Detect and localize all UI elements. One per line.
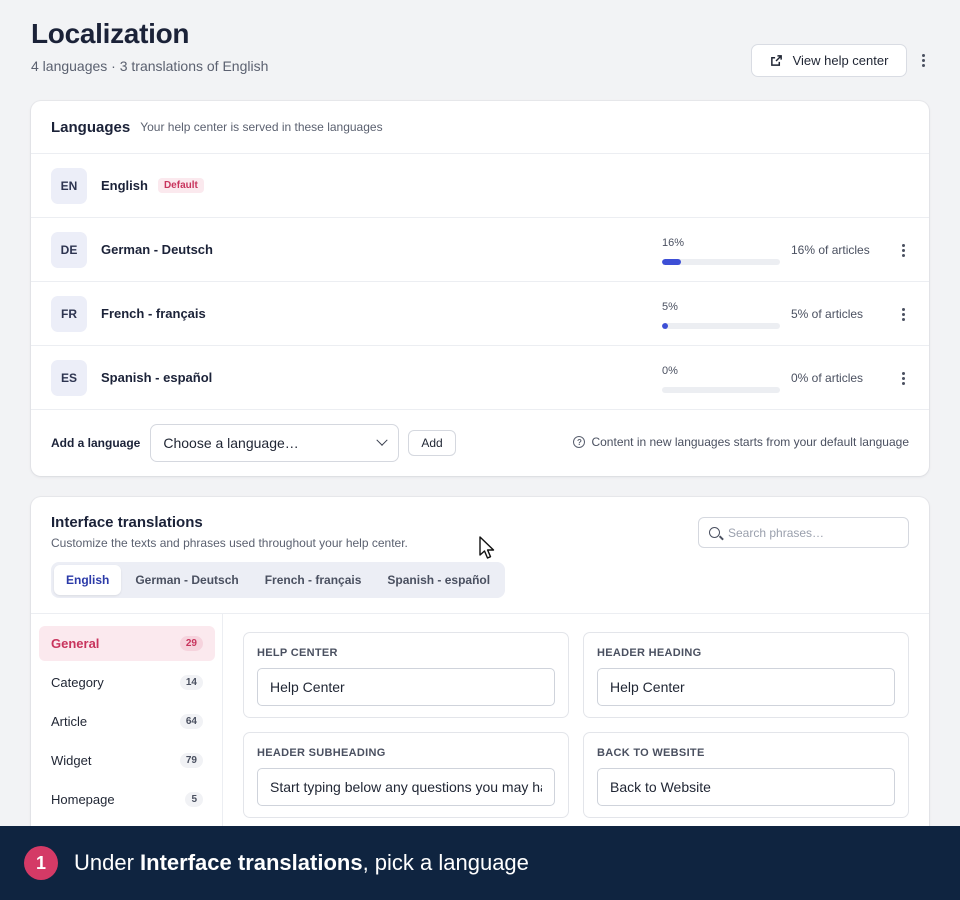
language-select-value: Choose a language… <box>163 434 299 451</box>
category-label: Homepage <box>51 792 115 807</box>
languages-card-header: Languages Your help center is served in … <box>31 101 929 154</box>
tab-english[interactable]: English <box>54 565 122 595</box>
field-label: HEADER HEADING <box>597 647 702 659</box>
articles-percent: 0% of articles <box>791 371 864 385</box>
translation-percent: 5% <box>662 301 678 313</box>
add-language-note-text: Content in new languages starts from you… <box>591 435 909 449</box>
language-more-icon[interactable] <box>895 242 911 258</box>
articles-percent: 16% of articles <box>791 243 870 257</box>
category-count: 29 <box>179 636 203 651</box>
translation-percent: 0% <box>662 365 678 377</box>
step-number: 1 <box>24 846 58 880</box>
language-name: French - français <box>101 306 206 321</box>
help-circle-icon: ? <box>573 436 586 448</box>
field-back-to-website: BACK TO WEBSITE <box>583 732 909 818</box>
category-count: 5 <box>185 792 203 807</box>
category-item-widget[interactable]: Widget 79 <box>39 743 215 778</box>
interface-translations-title: Interface translations <box>51 514 203 531</box>
view-help-center-label: View help center <box>792 53 889 68</box>
category-label: Widget <box>51 753 92 768</box>
header-heading-input[interactable] <box>597 668 895 706</box>
language-tabs: English German - Deutsch French - frança… <box>51 562 506 598</box>
sidebar-divider <box>222 613 223 826</box>
add-language-button[interactable]: Add <box>408 429 456 456</box>
add-language-row: Add a language Choose a language… Add ? … <box>31 410 929 475</box>
language-name: German - Deutsch <box>101 242 213 257</box>
category-label: General <box>51 636 100 651</box>
language-name: Spanish - español <box>101 370 213 385</box>
progress-fill <box>662 259 681 265</box>
language-row-de[interactable]: DE German - Deutsch 16% 16% of articles <box>31 218 929 282</box>
tab-spanish[interactable]: Spanish - español <box>375 565 502 595</box>
search-phrases-input[interactable] <box>728 525 888 540</box>
mouse-pointer-icon <box>479 536 495 559</box>
translation-progress-bar <box>662 323 780 329</box>
category-item-category[interactable]: Category 14 <box>39 665 215 700</box>
category-label: Category <box>51 675 104 690</box>
category-item-general[interactable]: General 29 <box>39 626 215 661</box>
search-phrases-field[interactable] <box>698 517 909 548</box>
localization-page: Localization 4 languages · 3 translation… <box>0 0 960 826</box>
instruction-banner: 1 Under Interface translations, pick a l… <box>0 826 960 900</box>
category-count: 79 <box>179 753 203 768</box>
tab-german[interactable]: German - Deutsch <box>123 565 250 595</box>
step-text: Under Interface translations, pick a lan… <box>74 850 529 876</box>
back-to-website-input[interactable] <box>597 768 895 806</box>
languages-description: Your help center is served in these lang… <box>140 120 383 134</box>
translation-progress-bar <box>662 387 780 393</box>
page-more-menu-icon[interactable] <box>915 52 931 68</box>
category-count: 14 <box>179 675 203 690</box>
language-row-fr[interactable]: FR French - français 5% 5% of articles <box>31 282 929 346</box>
language-select[interactable]: Choose a language… <box>150 423 400 462</box>
language-code-badge: FR <box>51 295 87 332</box>
language-code-badge: DE <box>51 231 87 268</box>
category-item-homepage[interactable]: Homepage 5 <box>39 782 215 817</box>
category-item-article[interactable]: Article 64 <box>39 704 215 739</box>
language-more-icon[interactable] <box>895 370 911 386</box>
languages-card: Languages Your help center is served in … <box>31 101 929 476</box>
external-link-icon <box>770 55 782 66</box>
language-row-en[interactable]: EN English Default <box>31 154 929 218</box>
language-code-badge: ES <box>51 359 87 396</box>
add-language-note: ? Content in new languages starts from y… <box>573 435 909 449</box>
step-text-before: Under <box>74 850 141 875</box>
language-code-badge: EN <box>51 167 87 204</box>
page-title: Localization <box>31 18 190 49</box>
interface-translations-description: Customize the texts and phrases used thr… <box>51 536 408 550</box>
field-label: HEADER SUBHEADING <box>257 747 386 759</box>
category-count: 64 <box>179 714 203 729</box>
translation-percent: 16% <box>662 237 685 249</box>
language-name: English <box>101 178 148 193</box>
articles-percent: 5% of articles <box>791 307 864 321</box>
language-more-icon[interactable] <box>895 306 911 322</box>
progress-fill <box>662 323 668 329</box>
add-language-label: Add a language <box>51 435 141 450</box>
languages-title: Languages <box>51 118 131 136</box>
tab-french[interactable]: French - français <box>253 565 374 595</box>
search-icon <box>709 527 720 538</box>
field-help-center: HELP CENTER <box>243 632 569 718</box>
default-badge: Default <box>157 178 204 193</box>
step-text-bold: Interface translations <box>140 850 363 875</box>
field-label: HELP CENTER <box>257 647 338 659</box>
language-row-es[interactable]: ES Spanish - español 0% 0% of articles <box>31 346 929 410</box>
page-subtitle: 4 languages · 3 translations of English <box>31 58 269 74</box>
header-subheading-input[interactable] <box>257 768 555 806</box>
chevron-down-icon <box>376 434 389 446</box>
field-header-heading: HEADER HEADING <box>583 632 909 718</box>
section-divider <box>31 613 929 614</box>
category-label: Article <box>51 714 88 729</box>
field-header-subheading: HEADER SUBHEADING <box>243 732 569 818</box>
view-help-center-button[interactable]: View help center <box>751 44 907 77</box>
help-center-input[interactable] <box>257 668 555 706</box>
translation-progress-bar <box>662 259 780 265</box>
field-label: BACK TO WEBSITE <box>597 747 705 759</box>
step-text-after: , pick a language <box>362 850 529 875</box>
